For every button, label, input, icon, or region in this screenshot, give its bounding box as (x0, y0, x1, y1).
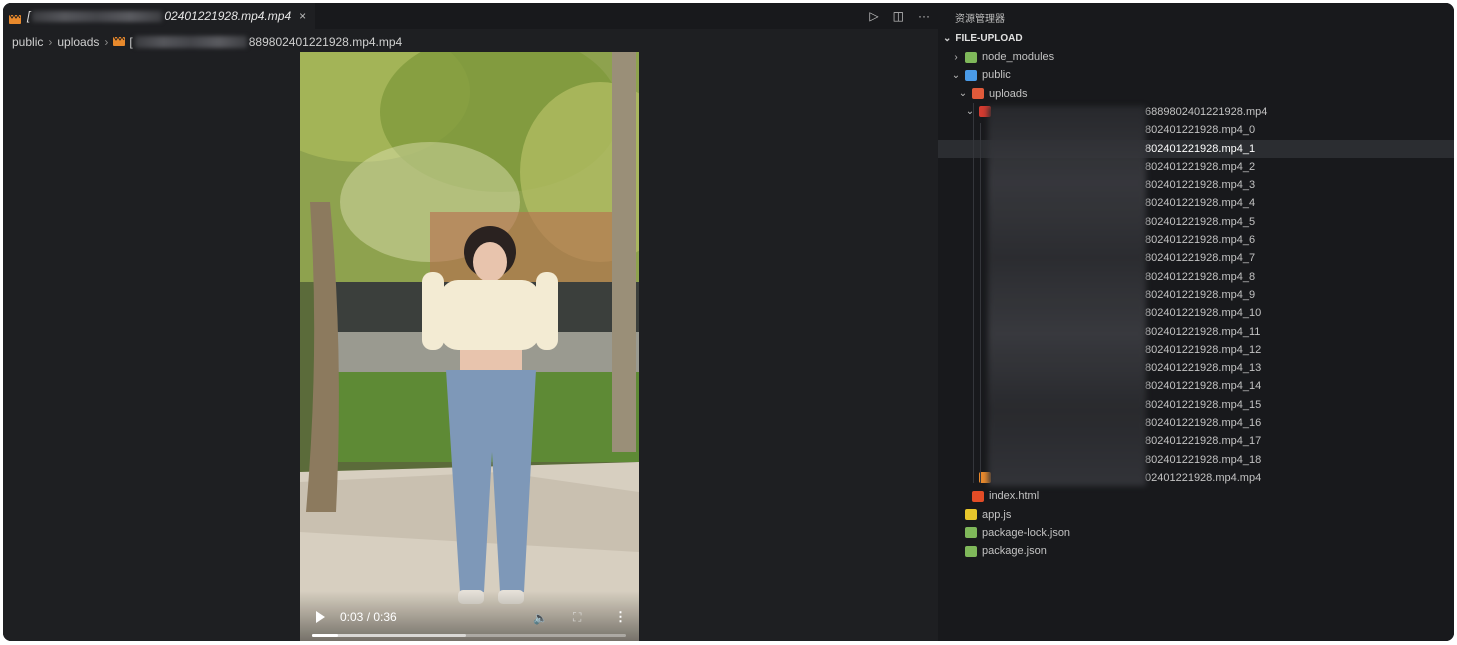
tree-row[interactable]: › node_modules (938, 48, 1454, 66)
more-options-icon[interactable]: ⋮ (614, 609, 627, 625)
npm-json-icon (965, 527, 977, 539)
tree-row-label: package-lock.json (982, 526, 1071, 539)
explorer-title: 资源管理器 (955, 14, 1005, 25)
section-label: FILE-UPLOAD (955, 33, 1023, 44)
tree-row[interactable]: app.js (938, 506, 1454, 524)
explorer-section-header[interactable]: ⌄ FILE-UPLOAD (943, 33, 1023, 44)
chevron-down-icon[interactable]: ⌄ (951, 70, 961, 81)
tab-label: [ 02401221928.mp4.mp4 (27, 9, 291, 23)
breadcrumb-file-prefix[interactable]: [ (129, 35, 132, 49)
close-tab-icon[interactable]: × (299, 9, 306, 23)
redacted-text (32, 10, 163, 22)
tab-actions: ▷ ◫ ··· (869, 3, 930, 29)
split-editor-icon[interactable]: ◫ (893, 9, 904, 23)
tree-row-label: 802401221928.mp4_0 (1145, 124, 1256, 137)
run-icon[interactable]: ▷ (869, 9, 878, 23)
tree-row-label: 802401221928.mp4_17 (1145, 435, 1262, 448)
indent-guide (980, 123, 981, 483)
redacted-filenames (988, 106, 1146, 486)
volume-icon[interactable]: 🔈 (533, 611, 548, 625)
tree-row-label: 6889802401221928.mp4 (1145, 105, 1268, 118)
tree-row[interactable]: ⌄ public (938, 66, 1454, 84)
chevron-right-icon: › (48, 35, 53, 49)
npm-json-icon (965, 545, 977, 557)
video-player[interactable]: 0:03 / 0:36 🔈 ⛶ ⋮ (300, 52, 639, 641)
tree-row-label: package.json (982, 545, 1047, 558)
tree-row-label: 802401221928.mp4_18 (1145, 453, 1262, 466)
tree-row[interactable]: ⌄ uploads (938, 85, 1454, 103)
tree-row-label: 802401221928.mp4_14 (1145, 380, 1262, 393)
fullscreen-icon[interactable]: ⛶ (573, 610, 581, 625)
tab-bar: [ 02401221928.mp4.mp4 × ▷ ◫ ··· (3, 3, 938, 29)
tree-row-label: 802401221928.mp4_12 (1145, 343, 1262, 356)
tree-row-label: 802401221928.mp4_7 (1145, 252, 1256, 265)
tab-label-suffix: 02401221928.mp4.mp4 (164, 9, 292, 23)
video-file-icon (113, 35, 126, 49)
chevron-down-icon[interactable]: ⌄ (958, 88, 968, 99)
vscode-window: [ 02401221928.mp4.mp4 × ▷ ◫ ··· public ›… (3, 3, 1454, 641)
redacted-text (134, 36, 247, 48)
folder-uploads-icon (972, 88, 984, 100)
tree-row[interactable]: package-lock.json (938, 524, 1454, 542)
tree-row-label: 02401221928.mp4.mp4 (1145, 471, 1262, 484)
tree-row-label: 802401221928.mp4_11 (1145, 325, 1261, 338)
tree-row-label: 802401221928.mp4_15 (1145, 398, 1262, 411)
explorer-sidebar: 资源管理器 ⌄ FILE-UPLOAD › node_modules ⌄ public… (938, 3, 1454, 641)
tree-row-label: 802401221928.mp4_8 (1145, 270, 1256, 283)
video-frame (300, 52, 639, 641)
tree-row-label: 802401221928.mp4_4 (1145, 197, 1256, 210)
folder-node-icon (965, 51, 977, 63)
tree-row-label: 802401221928.mp4_2 (1145, 160, 1256, 173)
tree-row-label: 802401221928.mp4_6 (1145, 234, 1256, 246)
tree-row-label: 802401221928.mp4_16 (1145, 417, 1262, 429)
tree-row-label: index.html (989, 490, 1040, 503)
more-actions-icon[interactable]: ··· (918, 9, 930, 23)
folder-public-icon (965, 69, 977, 81)
breadcrumb-uploads[interactable]: uploads (57, 35, 99, 49)
tree-row-label: uploads (989, 87, 1028, 100)
video-progress-bar[interactable] (312, 634, 626, 637)
breadcrumb-file-suffix[interactable]: 889802401221928.mp4.mp4 (249, 35, 402, 49)
tree-row-label: node_modules (982, 51, 1055, 63)
tree-row-label: 802401221928.mp4_5 (1145, 215, 1256, 228)
chevron-right-icon[interactable]: › (951, 52, 961, 63)
html-icon (972, 490, 984, 502)
video-time: 0:03 / 0:36 (340, 610, 397, 624)
tree-row[interactable]: package.json (938, 542, 1454, 560)
tree-row-label: 802401221928.mp4_10 (1145, 307, 1262, 320)
js-icon (965, 509, 977, 520)
tree-row-label: app.js (982, 508, 1012, 521)
editor-area: [ 02401221928.mp4.mp4 × ▷ ◫ ··· public ›… (3, 3, 938, 641)
tab-label-prefix: [ (27, 9, 31, 23)
video-file-icon (9, 11, 21, 24)
tree-row-label: 802401221928.mp4_1 (1145, 142, 1256, 155)
video-controls: 0:03 / 0:36 🔈 ⛶ ⋮ (300, 591, 639, 641)
play-icon[interactable] (316, 611, 325, 623)
tree-row-label: 802401221928.mp4_13 (1145, 362, 1262, 375)
tree-row[interactable]: index.html (938, 487, 1454, 505)
tree-row-label: public (982, 69, 1011, 82)
tree-row-label: 802401221928.mp4_9 (1145, 288, 1256, 301)
progress-fill (312, 634, 339, 637)
indent-guide (973, 103, 974, 483)
tab-video-file[interactable]: [ 02401221928.mp4.mp4 × (3, 3, 315, 29)
breadcrumb: public › uploads › [ 889802401221928.mp4… (12, 33, 402, 51)
chevron-right-icon: › (104, 35, 109, 49)
breadcrumb-public[interactable]: public (12, 35, 43, 49)
chevron-down-icon: ⌄ (943, 33, 952, 44)
tree-row-label: 802401221928.mp4_3 (1145, 179, 1256, 192)
